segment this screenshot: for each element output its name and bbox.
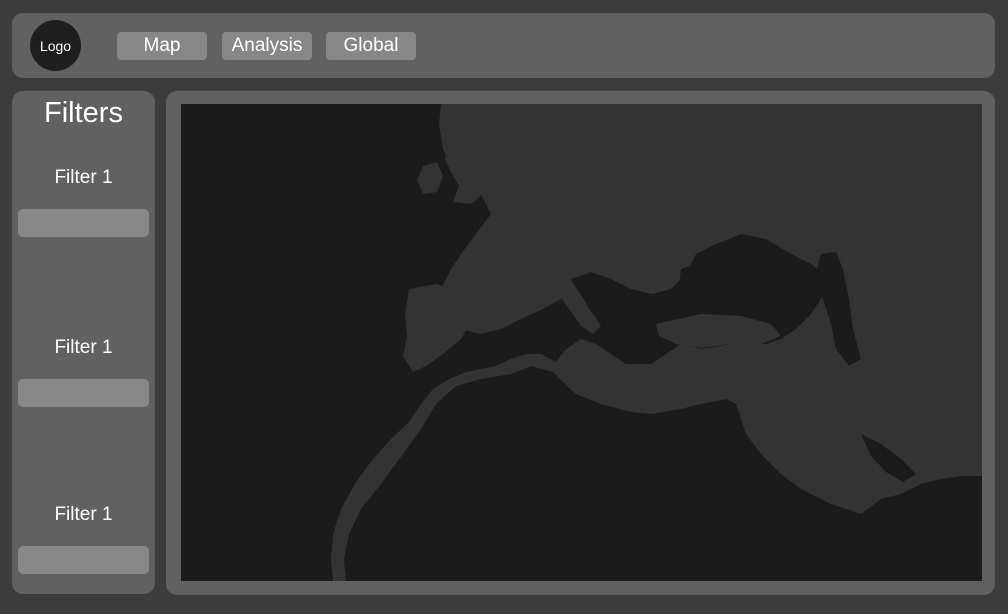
filters-heading: Filters [44,97,123,129]
logo-text: Logo [39,37,72,54]
nav-button-map[interactable]: Map [117,32,207,60]
top-navigation-bar: Logo Map Analysis Global [12,13,995,78]
filter-label-1: Filter 1 [54,167,113,188]
filter-label-3: Filter 1 [54,504,113,525]
map-view[interactable] [181,104,982,581]
map-black-sea [679,259,771,304]
map-land-ireland [417,162,443,194]
filter-label-2: Filter 1 [54,337,113,358]
map-panel [166,91,995,595]
map-land [331,104,982,581]
logo[interactable]: Logo [30,20,81,71]
nav-button-global[interactable]: Global [326,32,416,60]
map-land-anatolia [656,314,781,348]
filters-sidebar: Filters Filter 1 Filter 1 Filter 1 [12,91,155,594]
filter-input-1[interactable] [18,209,149,237]
filter-input-3[interactable] [18,546,149,574]
world-map [331,104,982,581]
filter-input-2[interactable] [18,379,149,407]
nav-button-analysis[interactable]: Analysis [222,32,312,60]
